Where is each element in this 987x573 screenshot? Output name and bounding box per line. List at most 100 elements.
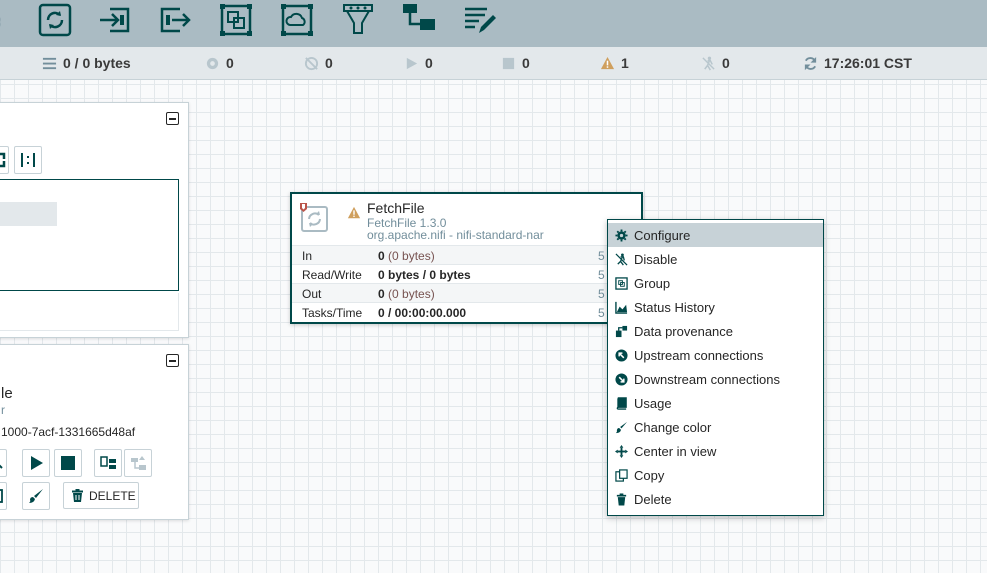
- stat-label: Read/Write: [302, 268, 362, 282]
- start-button[interactable]: [22, 449, 50, 477]
- disabled-value: 0: [722, 55, 730, 71]
- refresh-time: 17:26:01 CST: [824, 55, 912, 71]
- process-group-icon[interactable]: [219, 3, 253, 37]
- refresh-status: 17:26:01 CST: [802, 55, 912, 71]
- actual-size-icon: [21, 153, 35, 167]
- chart-icon: [614, 300, 628, 314]
- menu-item-downstream-connections[interactable]: Downstream connections: [608, 367, 823, 391]
- operate-collapse-button[interactable]: [166, 354, 179, 367]
- birdseye-viewport: [0, 202, 57, 226]
- processor-bundle: org.apache.nifi - nifi-standard-nar: [367, 228, 544, 242]
- fit-icon: [0, 152, 6, 168]
- refresh-icon[interactable]: [802, 55, 818, 71]
- menu-item-label: Change color: [634, 419, 712, 435]
- transmitting-value: 0: [226, 55, 234, 71]
- create-template-button[interactable]: [94, 449, 122, 477]
- status-bar: 0 / 0 bytes 0 0 0 0 1 0 17:26:01 CST: [0, 47, 987, 80]
- paintbrush-icon: [29, 489, 43, 503]
- navigate-collapse-button[interactable]: [166, 112, 179, 125]
- context-menu: Configure Disable Group Status History D…: [607, 219, 824, 516]
- enable-icon: [0, 464, 3, 469]
- remote-process-group-icon[interactable]: [280, 3, 314, 37]
- stat-label: Tasks/Time: [302, 306, 363, 320]
- stat-value: 0 / 00:00:00.000: [378, 306, 467, 320]
- output-port-icon[interactable]: [158, 3, 192, 37]
- upstream-icon: [614, 348, 628, 362]
- book-icon: [614, 396, 628, 410]
- menu-item-label: Copy: [634, 467, 665, 483]
- trash-icon: [614, 492, 628, 506]
- birdseye-view[interactable]: [0, 179, 179, 291]
- warning-icon: [599, 55, 615, 71]
- processor-invalid-icon[interactable]: [347, 206, 361, 220]
- logo-fragment: [0, 8, 6, 36]
- menu-item-label: Usage: [634, 395, 672, 411]
- navigate-panel: [0, 102, 189, 338]
- crosshair-icon: [614, 444, 628, 458]
- menu-item-label: Configure: [634, 227, 691, 243]
- label-icon[interactable]: [463, 3, 497, 37]
- disable-icon: [614, 252, 628, 266]
- processor-name: FetchFile: [367, 200, 425, 216]
- upload-template-icon: [131, 456, 146, 470]
- zoom-fit-button[interactable]: [0, 146, 9, 174]
- operate-component-id: 1000-7acf-1331665d48af: [1, 425, 136, 439]
- paintbrush-icon: [614, 420, 628, 434]
- play-icon: [31, 456, 43, 470]
- invalid-value: 1: [621, 55, 629, 71]
- menu-item-upstream-connections[interactable]: Upstream connections: [608, 343, 823, 367]
- menu-item-configure[interactable]: Configure: [608, 223, 823, 247]
- stop-icon: [500, 55, 516, 71]
- stat-value: 0 (0 bytes): [378, 287, 435, 301]
- menu-item-label: Delete: [634, 491, 672, 507]
- copy-button[interactable]: [0, 482, 7, 510]
- processor-icon[interactable]: [38, 3, 72, 37]
- menu-item-group[interactable]: Group: [608, 271, 823, 295]
- template-icon[interactable]: [402, 3, 436, 37]
- queued-value: 0 / 0 bytes: [63, 55, 131, 71]
- stat-window: 5: [598, 306, 605, 320]
- stopped-value: 0: [522, 55, 530, 71]
- downstream-icon: [614, 372, 628, 386]
- delete-button[interactable]: DELETE: [63, 482, 139, 509]
- menu-item-change-color[interactable]: Change color: [608, 415, 823, 439]
- funnel-icon[interactable]: [341, 3, 375, 37]
- menu-item-label: Status History: [634, 299, 715, 315]
- trash-icon: [72, 489, 83, 502]
- menu-item-label: Data provenance: [634, 323, 734, 339]
- menu-item-label: Downstream connections: [634, 371, 780, 387]
- menu-item-disable[interactable]: Disable: [608, 247, 823, 271]
- actual-size-button[interactable]: [14, 146, 42, 174]
- stat-window: 5: [598, 268, 605, 282]
- stat-label: Out: [302, 287, 322, 301]
- stop-button[interactable]: [54, 449, 82, 477]
- menu-item-usage[interactable]: Usage: [608, 391, 823, 415]
- menu-item-label: Center in view: [634, 443, 717, 459]
- provenance-icon: [614, 324, 628, 338]
- menu-item-status-history[interactable]: Status History: [608, 295, 823, 319]
- birdseye-footer: [0, 293, 179, 331]
- change-color-button[interactable]: [22, 482, 50, 510]
- copy-icon: [0, 489, 3, 503]
- menu-item-copy[interactable]: Copy: [608, 463, 823, 487]
- stat-window: 5: [598, 287, 605, 301]
- not-transmitting-status: 0: [303, 55, 333, 71]
- component-toolbar: [0, 0, 987, 47]
- menu-item-label: Group: [634, 275, 671, 291]
- stat-value: 0 (0 bytes): [378, 249, 435, 263]
- menu-item-center-in-view[interactable]: Center in view: [608, 439, 823, 463]
- stat-window: 5: [598, 249, 605, 263]
- input-port-icon[interactable]: [98, 3, 132, 37]
- menu-item-label: Disable: [634, 251, 678, 267]
- enable-button[interactable]: [0, 449, 7, 477]
- running-status: 0: [403, 55, 433, 71]
- operate-component-name: le: [1, 385, 13, 402]
- upload-template-button[interactable]: [124, 449, 152, 477]
- menu-item-delete[interactable]: Delete: [608, 487, 823, 511]
- disabled-status: 0: [700, 55, 730, 71]
- stat-row-read-write: Read/Write 0 bytes / 0 bytes 5: [292, 264, 641, 283]
- processor-icon-box: [300, 203, 330, 233]
- transmitting-status: 0: [204, 55, 234, 71]
- processor-fetchfile[interactable]: FetchFile FetchFile 1.3.0 org.apache.nif…: [290, 192, 643, 324]
- menu-item-data-provenance[interactable]: Data provenance: [608, 319, 823, 343]
